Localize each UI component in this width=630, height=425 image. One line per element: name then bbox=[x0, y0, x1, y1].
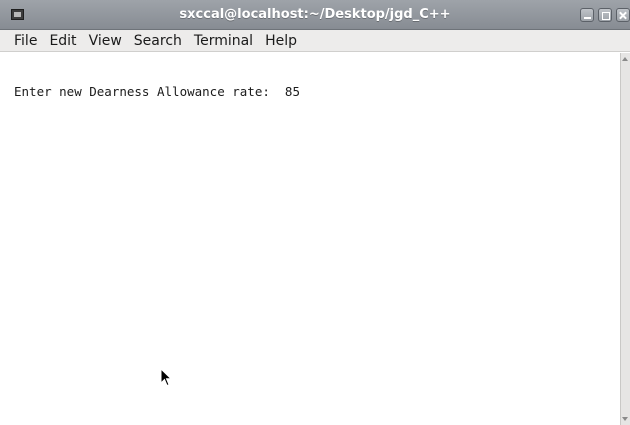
vertical-scrollbar[interactable] bbox=[620, 53, 630, 425]
terminal-line: Enter new Dearness Allowance rate: 85 bbox=[14, 84, 300, 99]
mouse-pointer-icon bbox=[160, 368, 173, 387]
scroll-down-icon[interactable] bbox=[622, 417, 628, 421]
scroll-up-icon[interactable] bbox=[622, 57, 628, 61]
menu-edit[interactable]: Edit bbox=[49, 33, 76, 49]
menu-bar: File Edit View Search Terminal Help bbox=[0, 30, 630, 52]
terminal-output[interactable]: Enter new Dearness Allowance rate: 85 bbox=[0, 53, 620, 425]
close-icon[interactable] bbox=[616, 8, 630, 22]
menu-terminal[interactable]: Terminal bbox=[194, 33, 253, 49]
window-title: sxccal@localhost:~/Desktop/jgd_C++ bbox=[179, 7, 451, 22]
maximize-icon[interactable] bbox=[598, 8, 612, 22]
minimize-icon[interactable] bbox=[580, 8, 594, 22]
menu-help[interactable]: Help bbox=[265, 33, 297, 49]
menu-file[interactable]: File bbox=[14, 33, 37, 49]
menu-search[interactable]: Search bbox=[134, 33, 182, 49]
menu-view[interactable]: View bbox=[89, 33, 122, 49]
window-titlebar[interactable]: sxccal@localhost:~/Desktop/jgd_C++ bbox=[0, 0, 630, 30]
